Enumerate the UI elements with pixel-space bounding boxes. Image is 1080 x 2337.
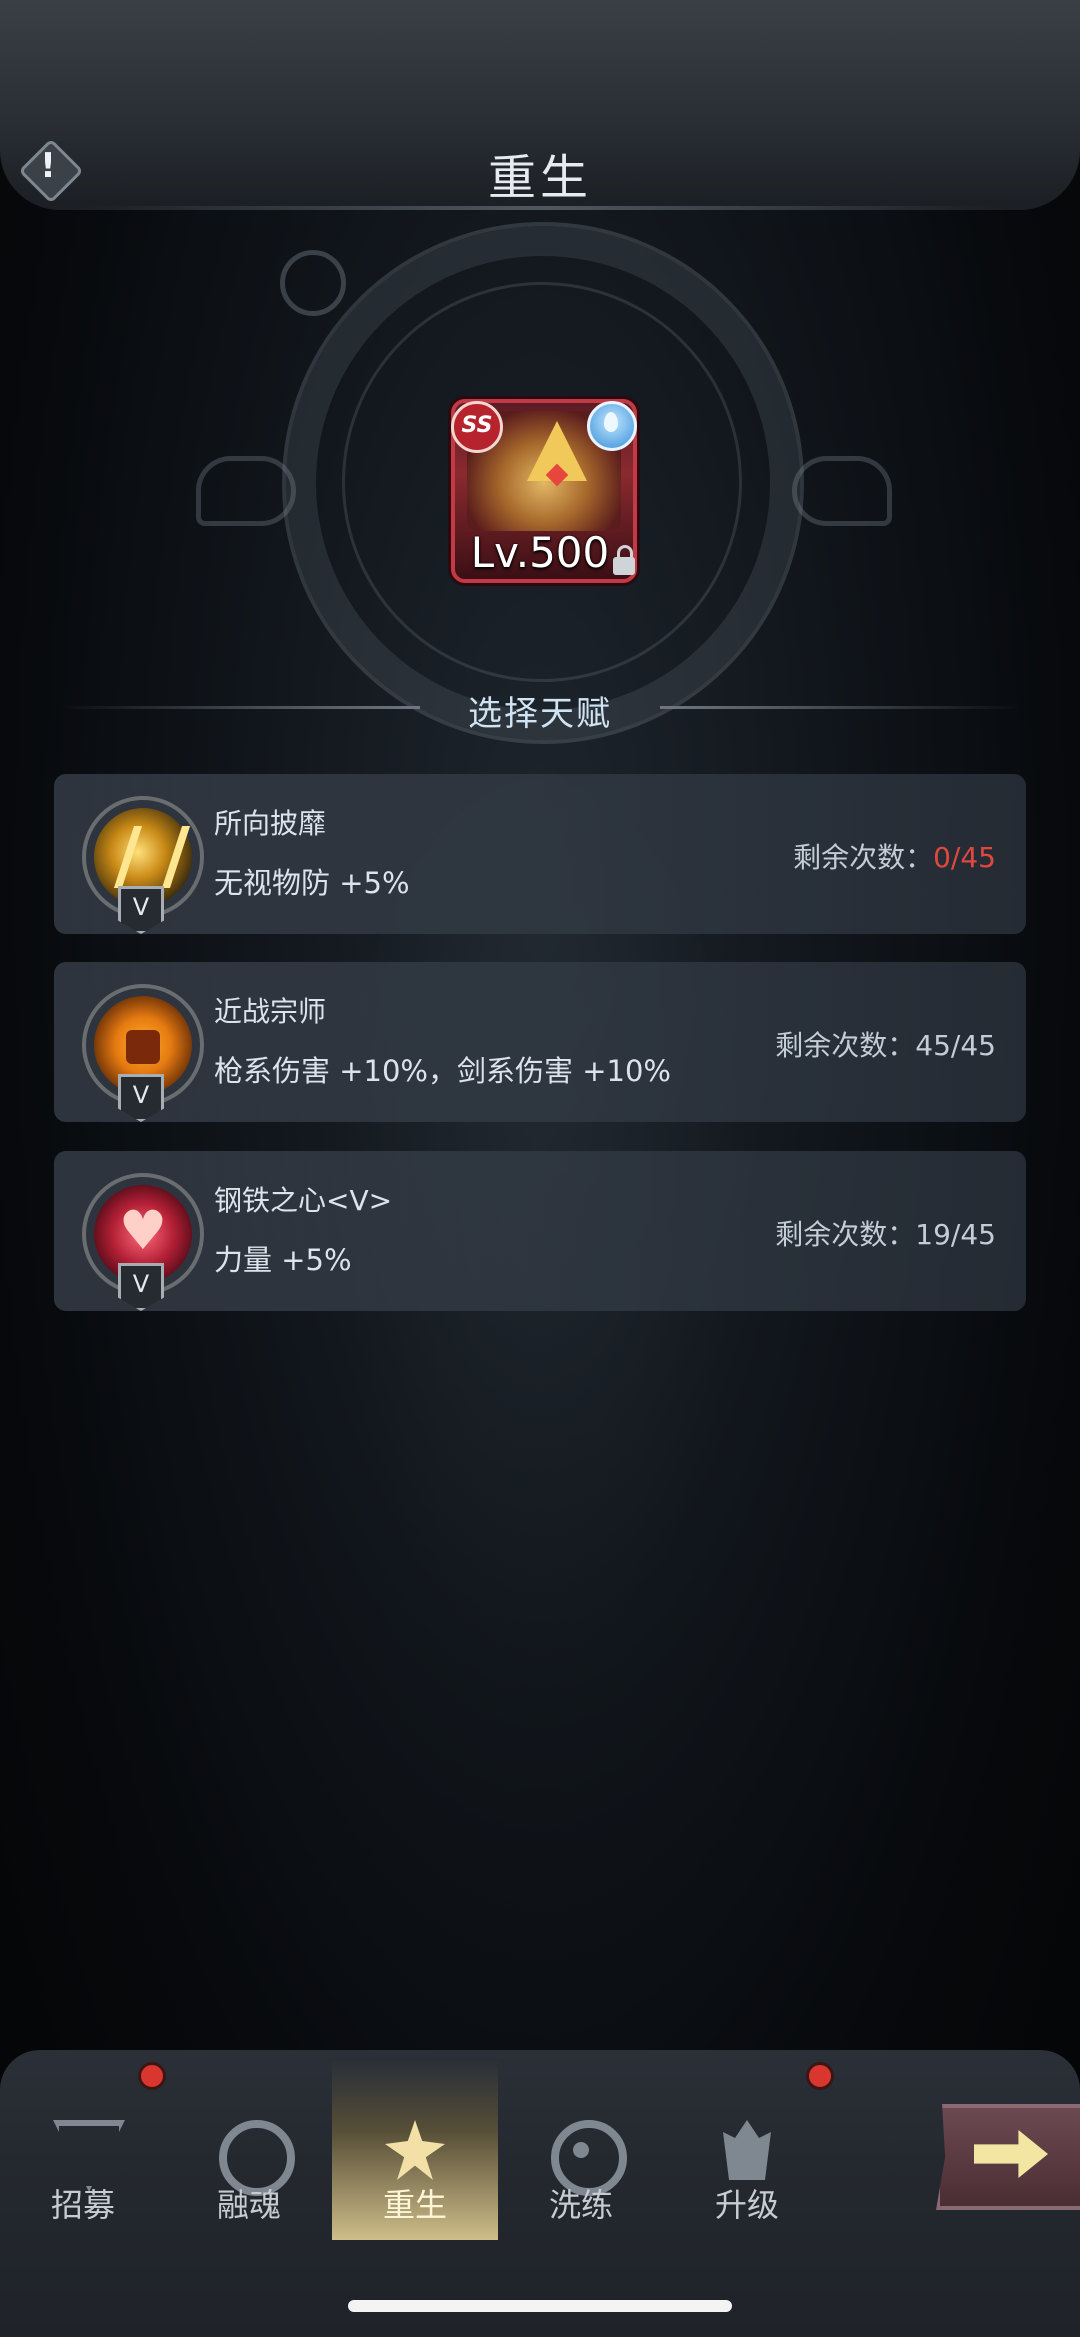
notification-dot <box>806 2062 834 2090</box>
select-talent-title: 选择天赋 <box>468 694 612 734</box>
remaining-label: 剩余次数： <box>775 1029 916 1062</box>
talent-remaining: 剩余次数：45/45 <box>775 1024 996 1064</box>
hero-card[interactable]: SS Lv.500 <box>451 399 637 583</box>
nav-label: 重生 <box>382 2186 447 2224</box>
remaining-label: 剩余次数： <box>775 1218 916 1251</box>
talent-row[interactable]: V 近战宗师 枪系伤害 +10%，剑系伤害 +10% 剩余次数：45/45 <box>54 962 1026 1122</box>
remaining-value: 19/45 <box>915 1218 996 1251</box>
grade-badge: V <box>118 1263 164 1311</box>
exclamation-icon: ! <box>40 146 56 186</box>
home-indicator[interactable] <box>348 2300 732 2312</box>
notification-dot <box>138 2062 166 2090</box>
talent-name: 钢铁之心<Ⅴ> <box>214 1184 393 1217</box>
nav-item-refine[interactable]: 洗练 <box>498 2060 664 2240</box>
talent-remaining: 剩余次数：0/45 <box>793 836 996 876</box>
talent-effect: 力量 +5% <box>214 1243 352 1277</box>
nav-item-rebirth[interactable]: 重生 <box>332 2060 498 2240</box>
talent-effect: 枪系伤害 +10%，剑系伤害 +10% <box>214 1054 671 1088</box>
talent-remaining: 剩余次数：19/45 <box>775 1213 996 1253</box>
hero-level: Lv.500 <box>470 528 610 577</box>
remaining-value: 0/45 <box>933 841 996 874</box>
remaining-value: 45/45 <box>915 1029 996 1062</box>
talent-name: 近战宗师 <box>214 995 327 1028</box>
nav-label: 招募 <box>50 2186 115 2224</box>
nav-label: 升级 <box>714 2186 779 2224</box>
nav-item-recruit[interactable]: 招募 <box>0 2060 166 2240</box>
talent-name: 所向披靡 <box>214 807 327 840</box>
magic-orb-icon <box>280 250 346 316</box>
rank-badge: SS <box>451 401 503 453</box>
upgrade-icon <box>723 2120 771 2180</box>
nav-label: 洗练 <box>548 2186 613 2224</box>
nav-item-upgrade[interactable]: 升级 <box>664 2060 830 2240</box>
nav-item-fuse-soul[interactable]: 融魂 <box>166 2060 332 2240</box>
grade-badge: V <box>118 1074 164 1122</box>
next-arrow-button[interactable] <box>936 2104 1080 2210</box>
swirl-right-ornament <box>792 456 892 526</box>
talent-row[interactable]: V 所向披靡 无视物防 +5% 剩余次数：0/45 <box>54 774 1026 934</box>
grade-badge: V <box>118 886 164 934</box>
talent-row[interactable]: V 钢铁之心<Ⅴ> 力量 +5% 剩余次数：19/45 <box>54 1151 1026 1311</box>
rebirth-icon <box>385 2120 445 2180</box>
lock-icon <box>613 545 635 575</box>
screen: 重生 ! SS Lv.500 选择天赋 V 所向披靡 无视物防 +5% 剩余次数… <box>0 0 1080 2337</box>
swirl-left-ornament <box>196 456 296 526</box>
talent-effect: 无视物防 +5% <box>214 866 410 900</box>
nav-label: 融魂 <box>216 2186 281 2224</box>
water-element-icon <box>587 401 637 451</box>
page-title: 重生 <box>487 150 592 206</box>
info-button[interactable]: ! <box>18 138 84 204</box>
remaining-label: 剩余次数： <box>793 841 934 874</box>
